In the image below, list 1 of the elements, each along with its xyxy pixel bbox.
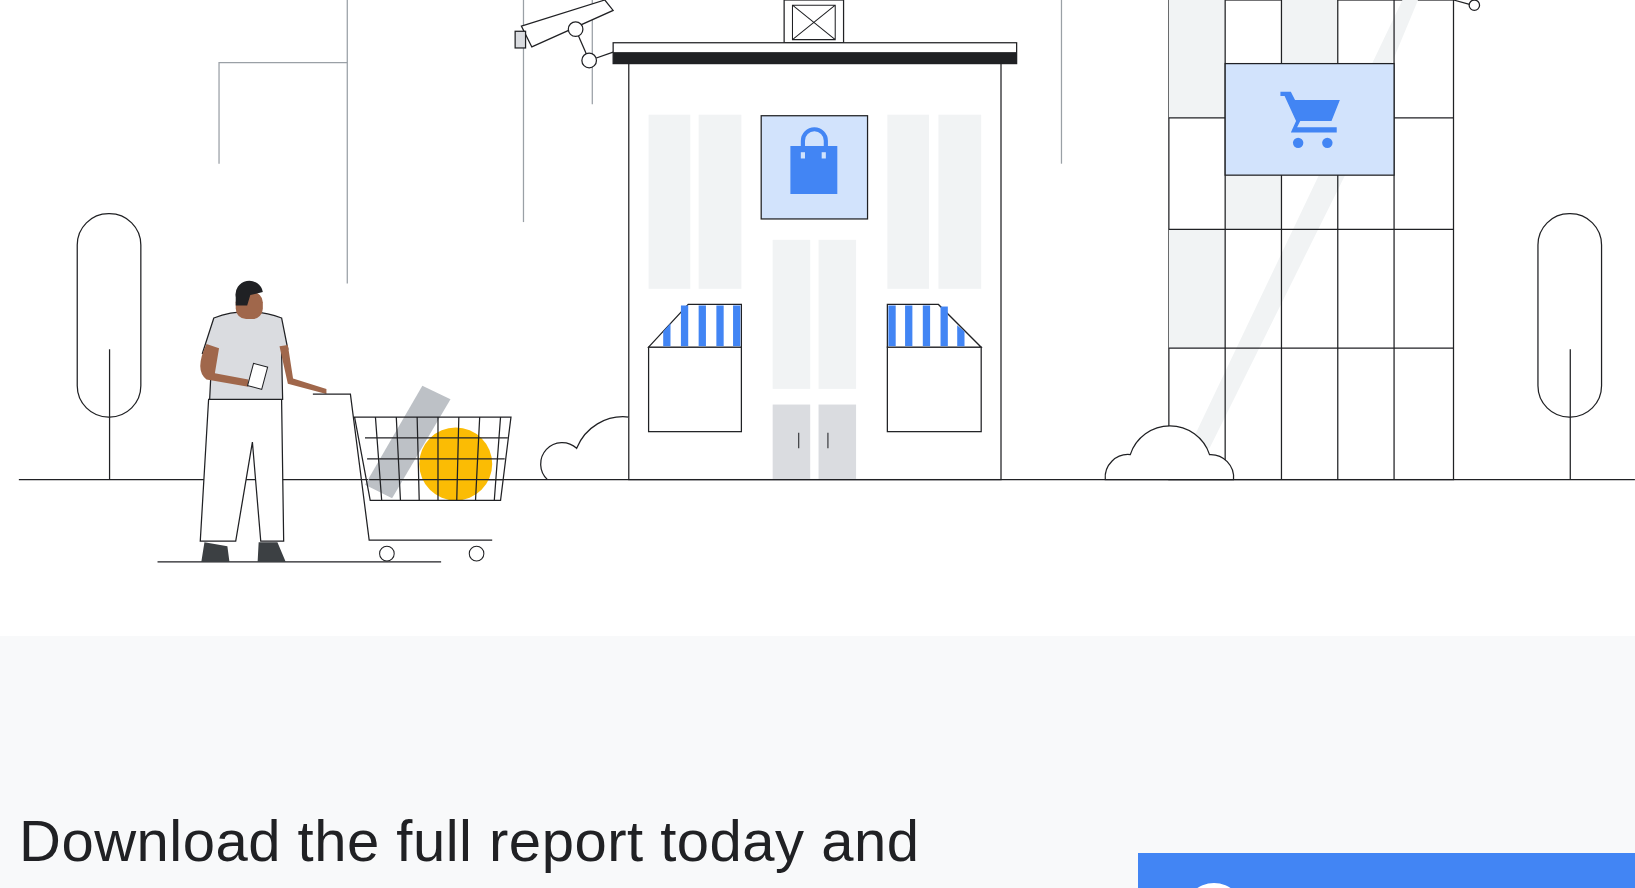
heading: Download the full report today and — [19, 807, 920, 875]
